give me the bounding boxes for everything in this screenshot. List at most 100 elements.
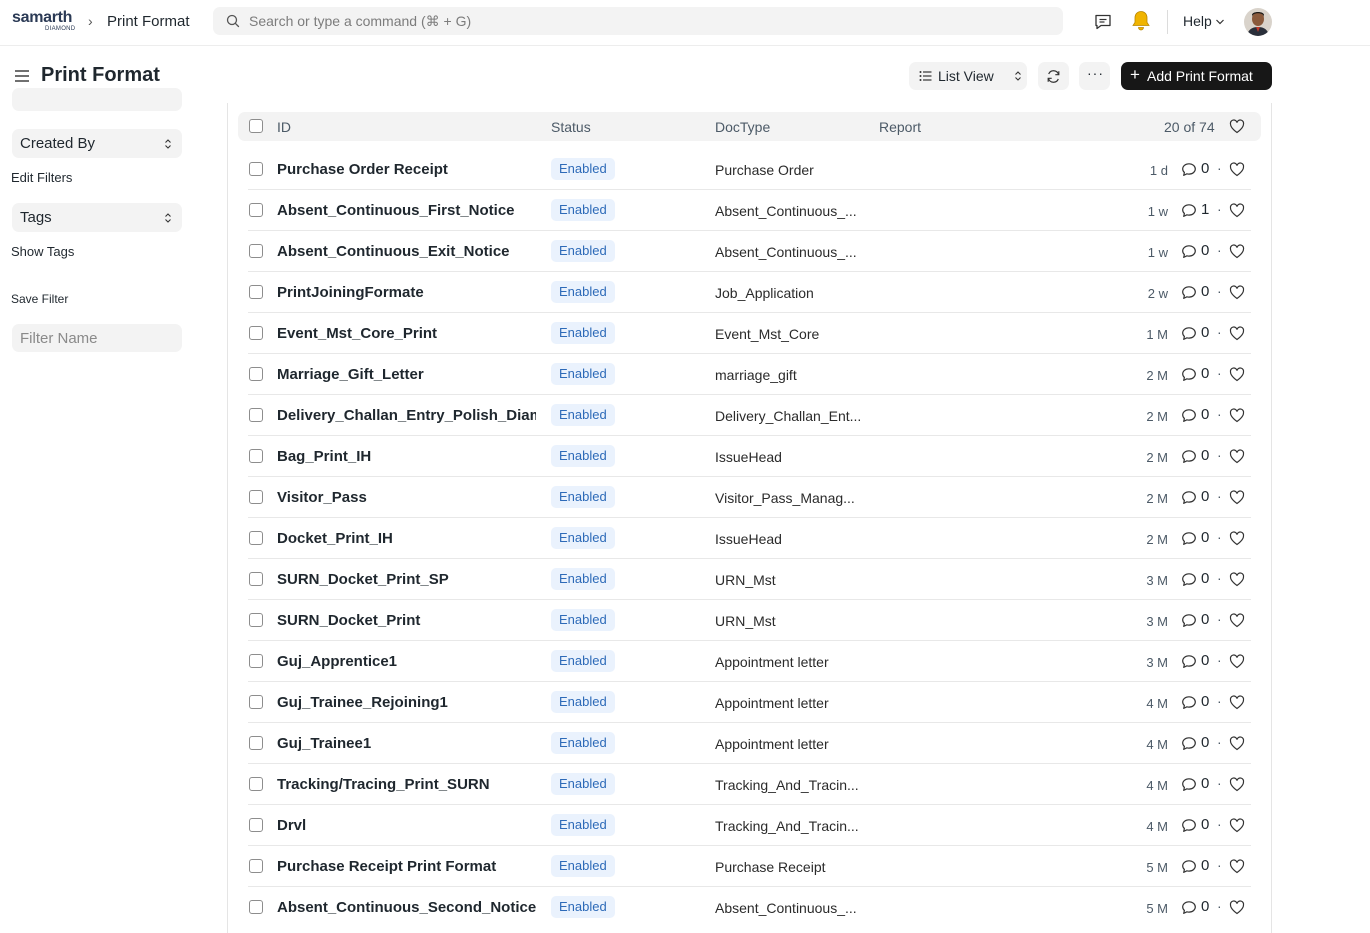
row-id-link[interactable]: Marriage_Gift_Letter bbox=[277, 366, 536, 383]
heart-icon[interactable] bbox=[1229, 408, 1245, 428]
row-id-link[interactable]: Tracking/Tracing_Print_SURN bbox=[277, 776, 536, 793]
row-checkbox[interactable] bbox=[249, 859, 263, 873]
comment-icon[interactable] bbox=[1181, 572, 1197, 592]
list-row[interactable]: Docket_Print_IH Enabled IssueHead 2 M 0 · bbox=[248, 518, 1251, 559]
heart-icon[interactable] bbox=[1229, 119, 1245, 134]
row-checkbox[interactable] bbox=[249, 900, 263, 914]
row-checkbox[interactable] bbox=[249, 736, 263, 750]
comment-icon[interactable] bbox=[1181, 531, 1197, 551]
heart-icon[interactable] bbox=[1229, 900, 1245, 920]
list-row[interactable]: SURN_Docket_Print_SP Enabled URN_Mst 3 M 0 · bbox=[248, 559, 1251, 600]
row-checkbox[interactable] bbox=[249, 408, 263, 422]
heart-icon[interactable] bbox=[1229, 367, 1245, 387]
row-id-link[interactable]: Guj_Apprentice1 bbox=[277, 653, 536, 670]
list-row[interactable]: Absent_Continuous_Exit_Notice Enabled Abse… bbox=[248, 231, 1251, 272]
comment-icon[interactable] bbox=[1181, 654, 1197, 674]
row-id-link[interactable]: Guj_Trainee1 bbox=[277, 735, 536, 752]
company-logo[interactable]: samarth DIAMOND bbox=[12, 9, 76, 35]
comment-icon[interactable] bbox=[1181, 613, 1197, 633]
row-id-link[interactable]: Purchase Order Receipt bbox=[277, 161, 536, 178]
heart-icon[interactable] bbox=[1229, 654, 1245, 674]
row-id-link[interactable]: SURN_Docket_Print_SP bbox=[277, 571, 536, 588]
comment-icon[interactable] bbox=[1181, 900, 1197, 920]
row-id-link[interactable]: Event_Mst_Core_Print bbox=[277, 325, 536, 342]
show-tags-link[interactable]: Show Tags bbox=[11, 244, 74, 259]
row-id-link[interactable]: Bag_Print_IH bbox=[277, 448, 536, 465]
add-print-format-button[interactable]: + Add Print Format bbox=[1121, 62, 1272, 90]
comment-icon[interactable] bbox=[1181, 859, 1197, 879]
refresh-button[interactable] bbox=[1038, 62, 1069, 90]
list-row[interactable]: Delivery_Challan_Entry_Polish_Diamond Ena… bbox=[248, 395, 1251, 436]
row-checkbox[interactable] bbox=[249, 244, 263, 258]
breadcrumb-print-format[interactable]: Print Format bbox=[107, 13, 190, 30]
list-row[interactable]: Guj_Apprentice1 Enabled Appointment letter… bbox=[248, 641, 1251, 682]
header-report[interactable]: Report bbox=[879, 119, 921, 135]
row-checkbox[interactable] bbox=[249, 531, 263, 545]
row-checkbox[interactable] bbox=[249, 613, 263, 627]
row-checkbox[interactable] bbox=[249, 777, 263, 791]
tags-filter[interactable]: Tags bbox=[12, 203, 182, 232]
row-checkbox[interactable] bbox=[249, 326, 263, 340]
row-id-link[interactable]: PrintJoiningFormate bbox=[277, 284, 536, 301]
created-by-filter[interactable]: Created By bbox=[12, 129, 182, 158]
row-id-link[interactable]: Absent_Continuous_Second_Notice bbox=[277, 899, 536, 916]
chat-icon[interactable] bbox=[1093, 12, 1113, 32]
filter-name-input[interactable] bbox=[12, 324, 182, 352]
list-row[interactable]: Guj_Trainee1 Enabled Appointment letter 4 M… bbox=[248, 723, 1251, 764]
header-doctype[interactable]: DocType bbox=[715, 119, 770, 135]
list-row[interactable]: Purchase Receipt Print Format Enabled Purc… bbox=[248, 846, 1251, 887]
heart-icon[interactable] bbox=[1229, 572, 1245, 592]
header-status[interactable]: Status bbox=[551, 119, 591, 135]
heart-icon[interactable] bbox=[1229, 531, 1245, 551]
row-checkbox[interactable] bbox=[249, 367, 263, 381]
list-row[interactable]: Purchase Order Receipt Enabled Purchase Or… bbox=[248, 149, 1251, 190]
list-row[interactable]: Marriage_Gift_Letter Enabled marriage_gift… bbox=[248, 354, 1251, 395]
list-view-selector[interactable]: List View bbox=[909, 62, 1027, 90]
hamburger-icon[interactable] bbox=[14, 68, 30, 84]
row-id-link[interactable]: SURN_Docket_Print bbox=[277, 612, 536, 629]
edit-filters-link[interactable]: Edit Filters bbox=[11, 170, 72, 185]
comment-icon[interactable] bbox=[1181, 695, 1197, 715]
comment-icon[interactable] bbox=[1181, 367, 1197, 387]
row-id-link[interactable]: Drvl bbox=[277, 817, 536, 834]
list-row[interactable]: Bag_Print_IH Enabled IssueHead 2 M 0 · bbox=[248, 436, 1251, 477]
list-row[interactable]: SURN_Docket_Print Enabled URN_Mst 3 M 0 · bbox=[248, 600, 1251, 641]
select-all-checkbox[interactable] bbox=[249, 119, 263, 133]
bell-icon[interactable] bbox=[1129, 9, 1153, 33]
row-id-link[interactable]: Visitor_Pass bbox=[277, 489, 536, 506]
row-checkbox[interactable] bbox=[249, 695, 263, 709]
chevron-down-icon[interactable] bbox=[1215, 17, 1225, 27]
comment-icon[interactable] bbox=[1181, 490, 1197, 510]
comment-icon[interactable] bbox=[1181, 818, 1197, 838]
row-checkbox[interactable] bbox=[249, 285, 263, 299]
comment-icon[interactable] bbox=[1181, 449, 1197, 469]
heart-icon[interactable] bbox=[1229, 162, 1245, 182]
heart-icon[interactable] bbox=[1229, 695, 1245, 715]
comment-icon[interactable] bbox=[1181, 736, 1197, 756]
row-checkbox[interactable] bbox=[249, 654, 263, 668]
list-row[interactable]: Drvl Enabled Tracking_And_Tracin... 4 M 0 · bbox=[248, 805, 1251, 846]
help-menu[interactable]: Help bbox=[1183, 13, 1212, 29]
comment-icon[interactable] bbox=[1181, 244, 1197, 264]
avatar[interactable] bbox=[1244, 8, 1272, 36]
comment-icon[interactable] bbox=[1181, 285, 1197, 305]
more-actions-button[interactable]: ··· bbox=[1079, 62, 1110, 90]
heart-icon[interactable] bbox=[1229, 203, 1245, 223]
comment-icon[interactable] bbox=[1181, 408, 1197, 428]
heart-icon[interactable] bbox=[1229, 449, 1245, 469]
row-checkbox[interactable] bbox=[249, 203, 263, 217]
row-id-link[interactable]: Docket_Print_IH bbox=[277, 530, 536, 547]
list-row[interactable]: Visitor_Pass Enabled Visitor_Pass_Manag...… bbox=[248, 477, 1251, 518]
row-id-link[interactable]: Delivery_Challan_Entry_Polish_Diamond bbox=[277, 407, 536, 424]
comment-icon[interactable] bbox=[1181, 326, 1197, 346]
row-id-link[interactable]: Purchase Receipt Print Format bbox=[277, 858, 536, 875]
sidebar-filter-partial[interactable] bbox=[12, 88, 182, 111]
search-input[interactable] bbox=[249, 7, 1049, 35]
row-checkbox[interactable] bbox=[249, 490, 263, 504]
row-checkbox[interactable] bbox=[249, 162, 263, 176]
search-bar[interactable] bbox=[213, 7, 1063, 35]
comment-icon[interactable] bbox=[1181, 777, 1197, 797]
list-row[interactable]: Guj_Trainee_Rejoining1 Enabled Appointment… bbox=[248, 682, 1251, 723]
comment-icon[interactable] bbox=[1181, 203, 1197, 223]
comment-icon[interactable] bbox=[1181, 162, 1197, 182]
